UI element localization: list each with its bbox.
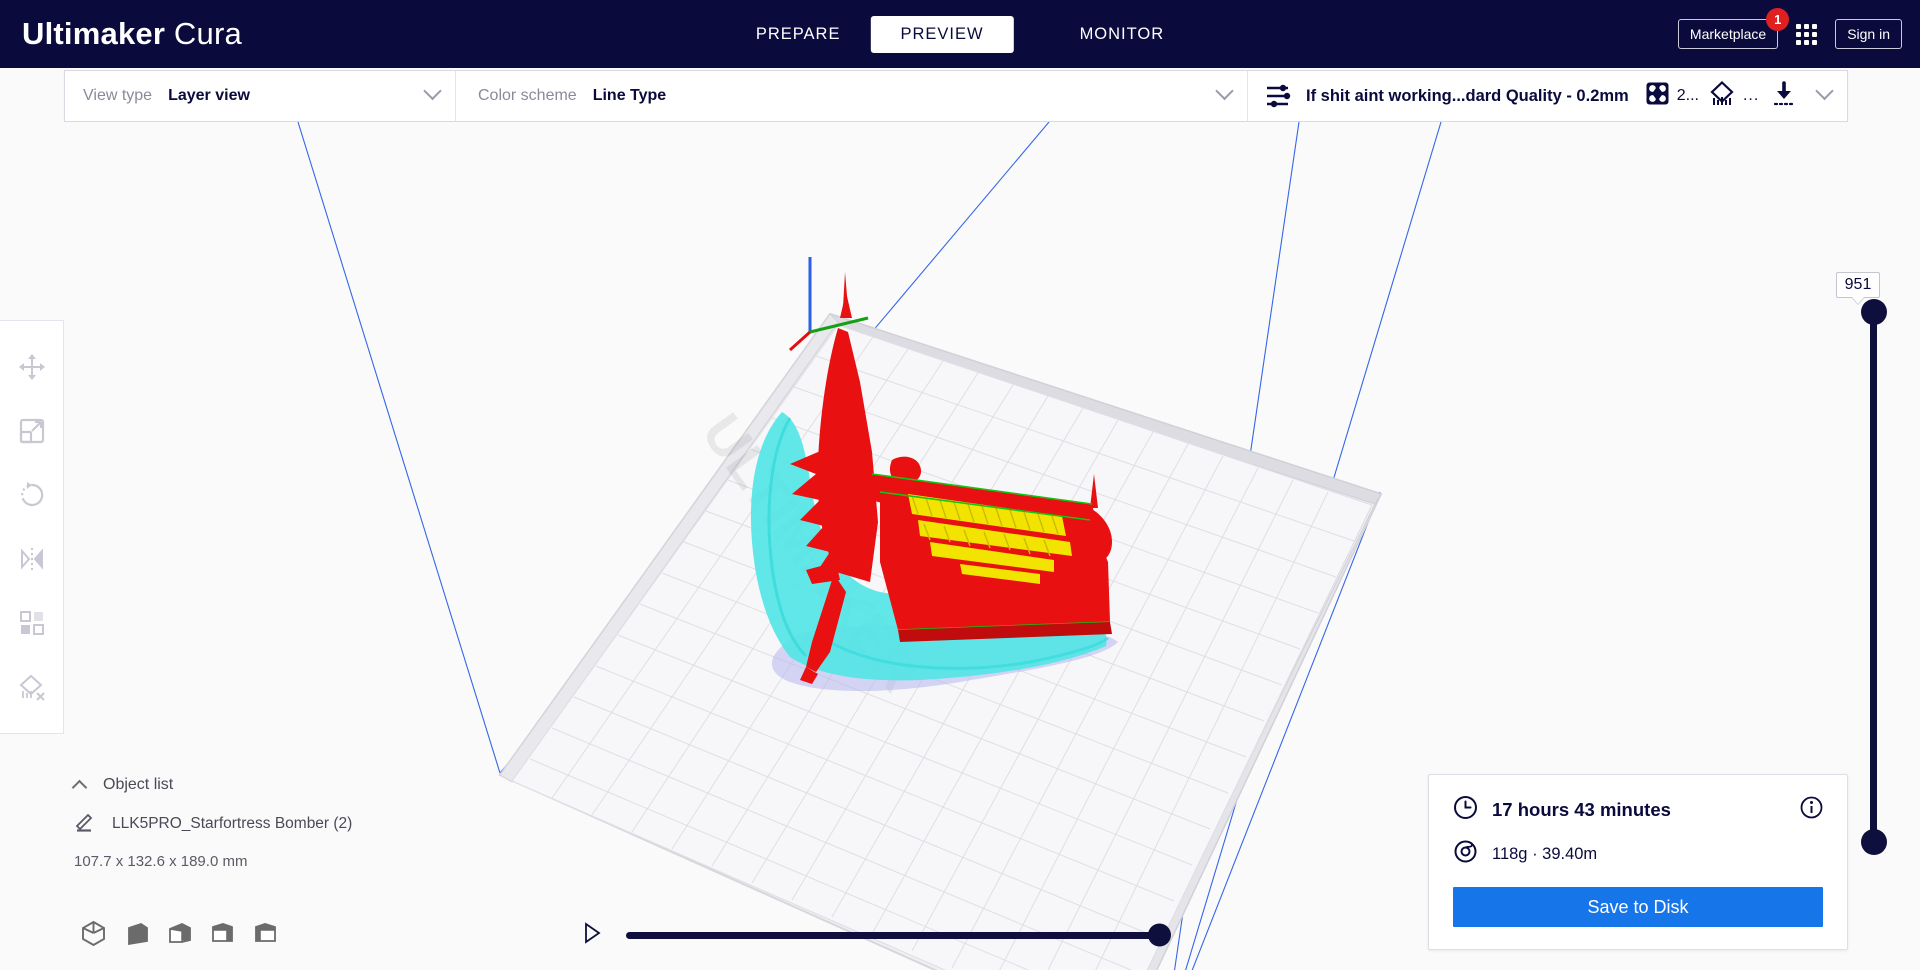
view-left[interactable] — [209, 920, 236, 952]
view-right[interactable] — [252, 920, 279, 952]
path-simulation-slider — [580, 918, 1171, 952]
print-settings-selector[interactable]: If shit aint working...dard Quality - 0.… — [1247, 71, 1847, 121]
save-to-disk-button[interactable]: Save to Disk — [1453, 887, 1823, 927]
play-icon[interactable] — [580, 921, 604, 950]
layer-slider-track[interactable] — [1870, 308, 1877, 838]
chevron-down-icon[interactable] — [1215, 81, 1234, 101]
build-plate-viewport[interactable]: ULTIMAKER — [0, 122, 1920, 970]
print-time-value: 17 hours 43 minutes — [1492, 799, 1671, 820]
view-top[interactable] — [166, 920, 193, 952]
mirror-tool[interactable] — [0, 527, 64, 591]
app-logo-bold: Ultimaker — [22, 16, 166, 51]
color-scheme-label: Color scheme — [478, 87, 577, 104]
print-job-info-card: 17 hours 43 minutes 118g · 39.40m Save t… — [1428, 774, 1848, 950]
stage-tabs: PREPARE PREVIEW MONITOR — [726, 0, 1194, 68]
adhesion-dots: ... — [1742, 87, 1760, 104]
marketplace-wrapper: Marketplace 1 — [1677, 8, 1790, 49]
tab-preview[interactable]: PREVIEW — [870, 15, 1014, 53]
object-list-header[interactable]: Object list — [71, 776, 494, 795]
support-icon — [1709, 80, 1735, 112]
info-circle-icon[interactable] — [1800, 796, 1823, 824]
rotate-tool[interactable] — [0, 463, 64, 527]
app-logo-light: Cura — [173, 16, 242, 51]
path-slider-track[interactable] — [626, 923, 1171, 947]
color-scheme-value: Line Type — [592, 87, 667, 104]
clock-icon — [1453, 795, 1478, 825]
application-header: Ultimaker Cura PREPARE PREVIEW MONITOR M… — [0, 0, 1920, 68]
material-usage-row: 118g · 39.40m — [1453, 839, 1823, 869]
layer-slider: 951 — [1836, 272, 1902, 862]
scale-tool[interactable] — [0, 399, 64, 463]
chevron-down-icon[interactable] — [423, 81, 442, 101]
marketplace-button[interactable]: Marketplace — [1677, 19, 1779, 49]
infill-value: 2... — [1676, 87, 1699, 104]
build-plate-adhesion-icon — [1771, 80, 1797, 112]
object-list-panel: Object list LLK5PRO_Starfortress Bomber … — [71, 776, 494, 870]
apps-grid-icon[interactable] — [1796, 23, 1818, 45]
view-front[interactable] — [123, 920, 150, 952]
color-scheme-selector[interactable]: Color scheme Line Type — [455, 71, 1247, 121]
view-3d[interactable] — [80, 920, 107, 952]
layer-slider-lower-handle[interactable] — [1860, 829, 1887, 855]
material-usage-value: 118g · 39.40m — [1492, 844, 1598, 863]
spool-icon — [1453, 839, 1478, 869]
sliders-icon — [1266, 83, 1294, 109]
view-type-label: View type — [83, 87, 153, 104]
layer-value-bubble: 951 — [1836, 272, 1880, 305]
per-model-settings-tool[interactable] — [0, 591, 64, 655]
print-time-row: 17 hours 43 minutes — [1453, 795, 1823, 825]
header-actions: Marketplace 1 Sign in — [1677, 0, 1902, 68]
view-type-selector[interactable]: View type Layer view — [65, 71, 455, 121]
sign-in-button[interactable]: Sign in — [1835, 19, 1902, 49]
view-type-value: Layer view — [168, 87, 250, 104]
app-logo: Ultimaker Cura — [22, 16, 242, 52]
preview-toolbar: View type Layer view Color scheme Line T… — [64, 70, 1848, 122]
object-name: LLK5PRO_Starfortress Bomber (2) — [112, 814, 353, 832]
chevron-down-icon[interactable] — [1815, 81, 1834, 101]
object-list-title: Object list — [103, 776, 174, 793]
list-item[interactable]: LLK5PRO_Starfortress Bomber (2) — [74, 810, 494, 837]
tab-prepare[interactable]: PREPARE — [726, 16, 871, 53]
layer-slider-upper-handle[interactable] — [1860, 299, 1887, 325]
move-tool[interactable] — [0, 335, 64, 399]
cura-window: Ultimaker Cura PREPARE PREVIEW MONITOR M… — [0, 0, 1920, 970]
camera-view-buttons — [80, 920, 279, 952]
marketplace-badge: 1 — [1766, 8, 1790, 31]
chevron-up-icon[interactable] — [71, 779, 88, 795]
support-blocker-tool[interactable] — [0, 655, 64, 719]
tab-monitor[interactable]: MONITOR — [1050, 16, 1195, 53]
print-profile-name: If shit aint working...dard Quality - 0.… — [1306, 86, 1629, 105]
pen-icon — [74, 810, 96, 837]
model-tools-panel — [0, 320, 64, 734]
path-slider-handle[interactable] — [1148, 923, 1171, 947]
infill-icon — [1645, 81, 1670, 111]
object-dimensions: 107.7 x 132.6 x 189.0 mm — [74, 853, 248, 870]
